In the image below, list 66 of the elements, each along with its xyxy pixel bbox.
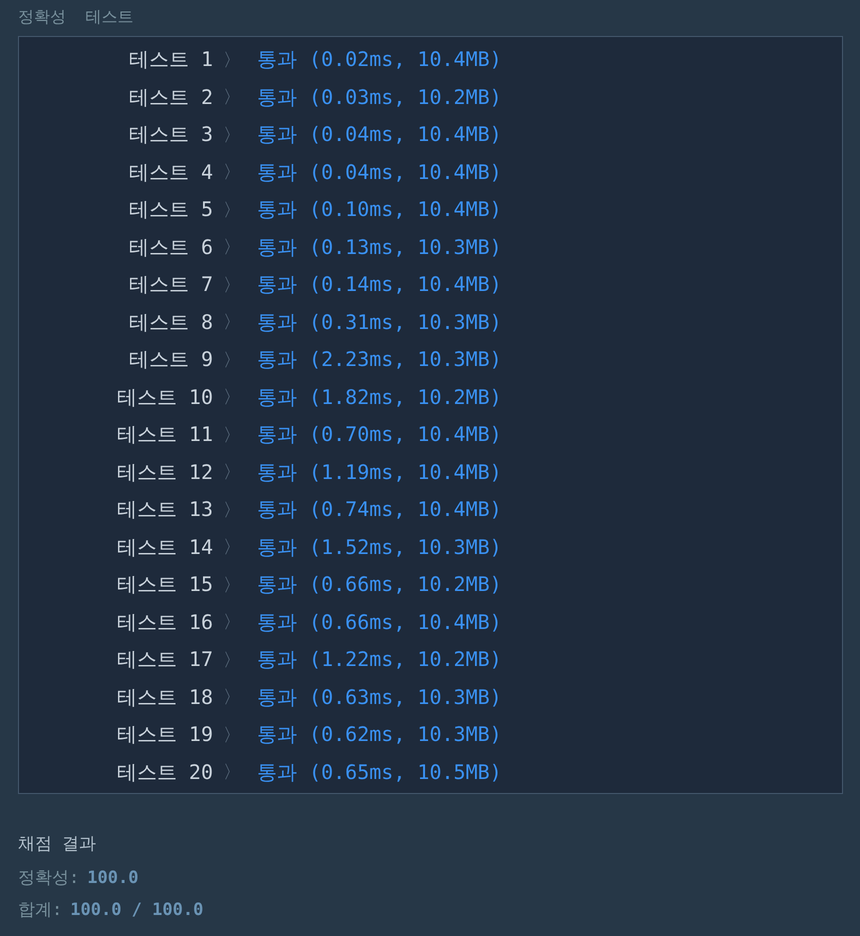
test-label: 테스트 2 xyxy=(128,84,213,111)
test-label: 테스트 14 xyxy=(116,534,213,561)
section-title: 정확성 테스트 xyxy=(18,6,134,28)
chevron: 〉 xyxy=(223,124,241,147)
test-label: 테스트 11 xyxy=(116,421,213,448)
test-result: 통과 (1.52ms, 10.3MB) xyxy=(257,534,502,561)
chevron: 〉 xyxy=(223,574,241,597)
grading-title: 채점 결과 xyxy=(18,833,98,856)
chevron: 〉 xyxy=(223,648,241,672)
score-label: 정확성: xyxy=(18,867,80,890)
chevron: 〉 xyxy=(223,348,241,372)
test-label: 테스트 4 xyxy=(128,158,213,186)
test-result: 통과 (0.66ms, 10.4MB) xyxy=(257,608,502,636)
score-label: 합계: xyxy=(18,899,62,922)
test-result: 통과 (0.04ms, 10.4MB) xyxy=(257,158,502,186)
score-value: 100.0 xyxy=(87,867,138,890)
test-result: 통과 (2.23ms, 10.3MB) xyxy=(257,346,502,374)
chevron: 〉 xyxy=(223,236,241,260)
chevron: 〉 xyxy=(223,761,241,784)
test-result: 통과 (1.82ms, 10.2MB) xyxy=(257,384,502,411)
chevron: 〉 xyxy=(223,48,241,72)
test-result: 통과 (0.62ms, 10.3MB) xyxy=(257,721,502,748)
chevron: 〉 xyxy=(223,386,241,410)
chevron: 〉 xyxy=(223,311,241,334)
chevron: 〉 xyxy=(223,86,241,110)
test-result: 통과 (0.14ms, 10.4MB) xyxy=(257,271,502,298)
chevron: 〉 xyxy=(223,161,241,184)
chevron: 〉 xyxy=(223,686,241,710)
test-label: 테스트 20 xyxy=(116,758,213,786)
chevron: 〉 xyxy=(223,198,241,222)
test-result: 통과 (1.22ms, 10.2MB) xyxy=(257,646,502,674)
test-label: 테스트 9 xyxy=(128,346,213,374)
test-result: 통과 (0.02ms, 10.4MB) xyxy=(257,46,502,74)
test-label: 테스트 7 xyxy=(128,271,213,298)
test-result: 통과 (0.04ms, 10.4MB) xyxy=(257,121,502,148)
chevron: 〉 xyxy=(223,498,241,522)
test-result: 통과 (0.70ms, 10.4MB) xyxy=(257,421,502,448)
test-label: 테스트 3 xyxy=(128,121,213,148)
test-label: 테스트 13 xyxy=(116,496,213,524)
chevron: 〉 xyxy=(223,274,241,297)
score-value: 100.0 / 100.0 xyxy=(70,899,204,922)
test-result: 통과 (0.63ms, 10.3MB) xyxy=(257,684,502,711)
chevron: 〉 xyxy=(223,461,241,484)
test-label: 테스트 8 xyxy=(128,308,213,336)
test-result: 통과 (0.10ms, 10.4MB) xyxy=(257,196,502,224)
test-label: 테스트 15 xyxy=(116,571,213,598)
chevron: 〉 xyxy=(223,536,241,560)
test-label: 테스트 12 xyxy=(116,458,213,486)
test-label: 테스트 6 xyxy=(128,234,213,261)
test-result: 통과 (1.19ms, 10.4MB) xyxy=(257,458,502,486)
test-result: 통과 (0.03ms, 10.2MB) xyxy=(257,84,502,111)
test-result: 통과 (0.13ms, 10.3MB) xyxy=(257,234,502,261)
test-label: 테스트 16 xyxy=(116,608,213,636)
test-label: 테스트 5 xyxy=(128,196,213,224)
test-label: 테스트 17 xyxy=(116,646,213,674)
test-label: 테스트 10 xyxy=(116,384,213,411)
test-label: 테스트 18 xyxy=(116,684,213,711)
chevron: 〉 xyxy=(223,424,241,447)
test-label: 테스트 1 xyxy=(128,46,213,74)
chevron: 〉 xyxy=(223,611,241,634)
test-label: 테스트 19 xyxy=(116,721,213,748)
chevron: 〉 xyxy=(223,724,241,747)
test-result: 통과 (0.74ms, 10.4MB) xyxy=(257,496,502,524)
test-result: 통과 (0.31ms, 10.3MB) xyxy=(257,308,502,336)
test-result: 통과 (0.65ms, 10.5MB) xyxy=(257,758,502,786)
test-result: 통과 (0.66ms, 10.2MB) xyxy=(257,571,502,598)
